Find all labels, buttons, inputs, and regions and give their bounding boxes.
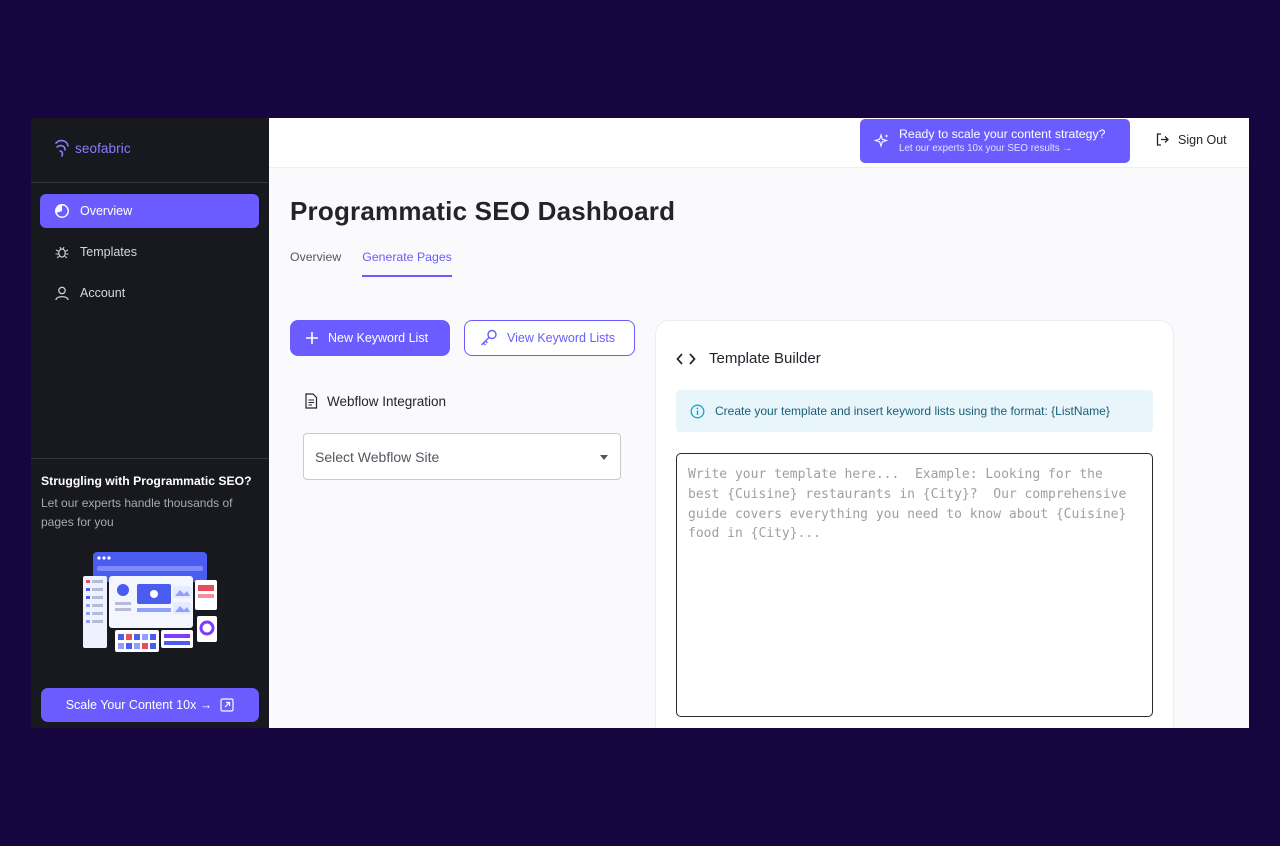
sidebar-item-label: Account: [80, 286, 126, 300]
sign-out-label: Sign Out: [1178, 132, 1227, 147]
new-keyword-list-button[interactable]: New Keyword List: [290, 320, 450, 356]
pie-chart-icon: [55, 204, 69, 218]
view-keyword-lists-label: View Keyword Lists: [507, 331, 616, 345]
plus-icon: [306, 332, 318, 344]
tab-generate-pages[interactable]: Generate Pages: [362, 250, 452, 277]
new-keyword-list-label: New Keyword List: [328, 331, 429, 345]
webflow-site-placeholder: Select Webflow Site: [315, 448, 440, 465]
promo-description: Let our experts handle thousands of page…: [41, 496, 233, 529]
scale-strategy-banner[interactable]: Ready to scale your content strategy? Le…: [860, 119, 1130, 163]
brand-name: seofabric: [75, 140, 131, 156]
template-info-banner: Create your template and insert keyword …: [676, 390, 1153, 432]
sidebar-item-overview[interactable]: Overview: [40, 194, 259, 228]
webflow-heading-label: Webflow Integration: [327, 393, 447, 409]
document-icon: [305, 393, 318, 409]
app-window: seofabric Overview Templates Account Str…: [31, 118, 1249, 728]
template-builder-title: Template Builder: [709, 350, 821, 367]
external-link-icon: [220, 698, 234, 712]
dashboard-illustration: [83, 552, 217, 652]
promo-title: Struggling with Programmatic SEO?: [41, 474, 252, 488]
sidebar: seofabric Overview Templates Account Str…: [31, 118, 269, 728]
view-keyword-lists-button[interactable]: View Keyword Lists: [464, 320, 635, 356]
code-icon: [676, 352, 696, 365]
template-builder-card: Template Builder Create your template an…: [655, 320, 1174, 728]
log-out-icon: [1156, 133, 1169, 146]
template-builder-heading: Template Builder: [676, 350, 821, 367]
top-bar: Ready to scale your content strategy? Le…: [269, 118, 1249, 168]
tab-bar: Overview Generate Pages: [290, 250, 452, 277]
user-icon: [55, 286, 69, 301]
sidebar-item-label: Templates: [80, 245, 137, 259]
seofabric-logo-icon: [55, 139, 69, 157]
webflow-site-select[interactable]: Select Webflow Site: [303, 433, 621, 480]
main-content: Ready to scale your content strategy? Le…: [269, 118, 1249, 728]
key-icon: [481, 329, 497, 346]
sidebar-divider: [31, 182, 269, 183]
tab-overview[interactable]: Overview: [290, 250, 341, 277]
sidebar-item-label: Overview: [80, 204, 133, 218]
info-icon: [690, 404, 705, 418]
sidebar-item-templates[interactable]: Templates: [40, 235, 259, 269]
banner-subtitle: Let our experts 10x your SEO results →: [899, 143, 1073, 154]
chevron-down-icon: [600, 455, 608, 460]
sign-out-button[interactable]: Sign Out: [1155, 132, 1227, 147]
sidebar-divider: [31, 458, 269, 459]
scale-content-label: Scale Your Content 10x →: [65, 698, 213, 712]
bug-icon: [55, 246, 69, 259]
sidebar-item-account[interactable]: Account: [40, 276, 259, 310]
scale-content-button[interactable]: Scale Your Content 10x →: [41, 688, 259, 722]
logo[interactable]: seofabric: [53, 138, 131, 158]
sidebar-nav: Overview Templates Account: [40, 194, 259, 317]
page-title: Programmatic SEO Dashboard: [290, 196, 676, 226]
template-info-text: Create your template and insert keyword …: [715, 404, 1110, 418]
template-editor[interactable]: [676, 453, 1153, 717]
sparkles-icon: [874, 133, 889, 148]
banner-text: Ready to scale your content strategy? Le…: [899, 127, 1105, 155]
banner-title: Ready to scale your content strategy?: [899, 127, 1106, 141]
webflow-integration-heading: Webflow Integration: [304, 393, 446, 409]
